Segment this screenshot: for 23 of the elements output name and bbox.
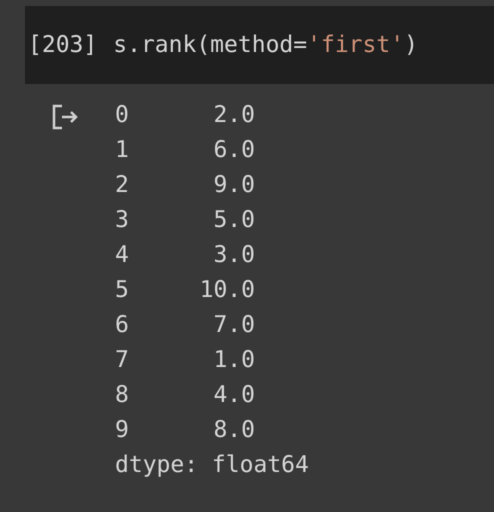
value-text: 5.0 — [212, 206, 255, 235]
value-text: 4.0 — [212, 381, 255, 410]
value-text: 3.0 — [212, 241, 255, 270]
index-label: 5 — [115, 276, 130, 305]
index-label: 7 — [115, 346, 130, 375]
value-text: 2.0 — [212, 101, 255, 130]
index-label: 1 — [115, 136, 130, 165]
value-text: 1.0 — [212, 346, 255, 375]
index-label: 2 — [115, 171, 130, 200]
index-label: 4 — [115, 241, 130, 270]
index-label: 3 — [115, 206, 130, 235]
value-text: 9.0 — [212, 171, 255, 200]
value-text: 6.0 — [212, 136, 255, 165]
value-text: 8.0 — [212, 416, 255, 445]
index-label: 0 — [115, 101, 130, 130]
index-label: 9 — [115, 416, 130, 445]
value-text: 10.0 — [198, 276, 255, 305]
index-label: 6 — [115, 311, 130, 340]
execution-count: [203] — [28, 30, 98, 60]
code-line: s.rank(method='first') — [113, 30, 418, 60]
index-label: 8 — [115, 381, 130, 410]
value-text: 7.0 — [212, 311, 255, 340]
dtype-text: dtype: float64 — [115, 452, 309, 478]
